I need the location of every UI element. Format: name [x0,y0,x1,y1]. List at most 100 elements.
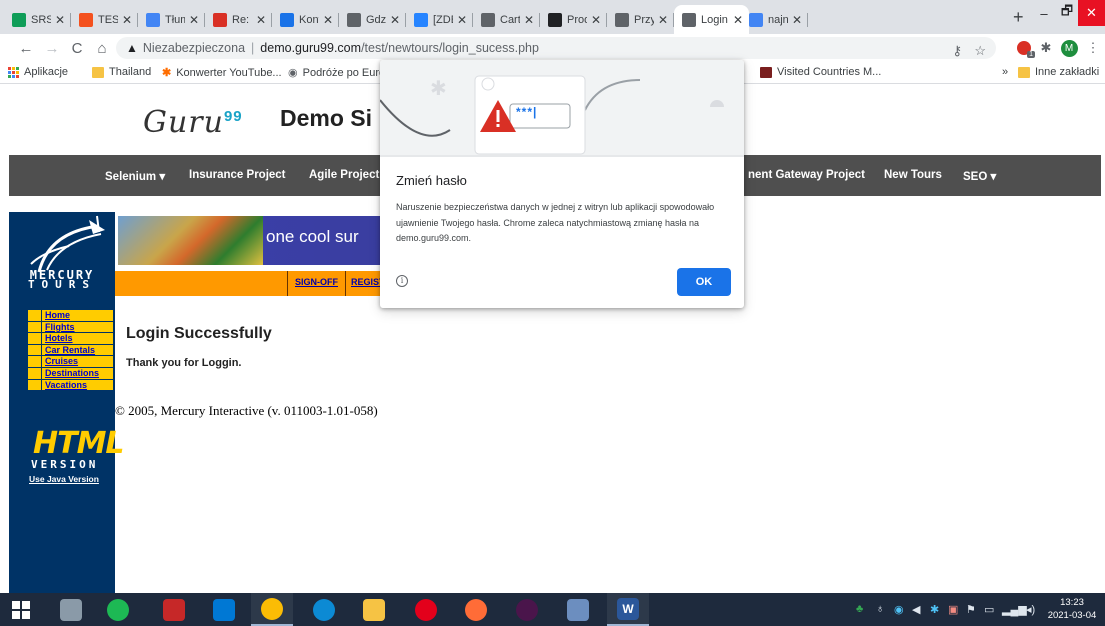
menu-link-cruises[interactable]: Cruises [42,356,113,367]
taskbar-paint[interactable] [557,593,599,626]
tray-security-icon[interactable]: ▣ [948,603,958,616]
tray-wifi-icon[interactable]: ▂▄▆ [1002,603,1027,616]
other-bookmarks[interactable]: Inne zakładki [1018,66,1099,78]
close-tab-icon[interactable]: ✕ [55,13,65,27]
clock[interactable]: 13:23 2021-03-04 [1042,596,1102,622]
close-tab-icon[interactable]: ✕ [256,13,266,27]
nav-seo[interactable]: SEO ▾ [963,169,996,183]
nav-selenium[interactable]: Selenium ▾ [105,169,165,183]
tray-bluetooth-icon[interactable]: ✱ [930,603,939,616]
browser-tab[interactable]: Tłuma ✕ [138,5,205,34]
taskbar-slack[interactable] [506,593,548,626]
address-bar[interactable]: ▲ Niezabezpieczona | demo.guru99.com/tes… [116,37,996,59]
menu-bullet [28,367,42,379]
bookmarks-overflow[interactable]: » [1002,66,1008,78]
taskbar-opera[interactable] [405,593,447,626]
close-tab-icon[interactable]: ✕ [792,13,802,27]
dialog-body: Naruszenie bezpieczeństwa danych w jedne… [396,202,715,243]
nav-agile-project[interactable]: Agile Project [309,169,379,181]
star-icon[interactable]: ☆ [974,43,986,59]
guru99-logo[interactable]: Guru99 [143,105,243,140]
close-tab-icon[interactable]: ✕ [658,13,668,27]
info-icon[interactable]: i [396,275,408,287]
menu-link-vacations[interactable]: Vacations [42,379,113,391]
browser-tab[interactable]: Re: ZD ✕ [205,5,272,34]
close-tab-icon[interactable]: ✕ [524,13,534,27]
browser-tab[interactable]: najnow ✕ [741,5,808,34]
ok-button[interactable]: OK [677,268,731,296]
nav-new-tours[interactable]: New Tours [884,169,942,181]
jira-icon [414,12,428,27]
use-java-version-link[interactable]: Use Java Version [29,474,99,484]
restore-button[interactable]: 🗗 [1056,0,1078,26]
google-icon [749,12,763,27]
chrome-icon [261,597,283,620]
svg-text:✱: ✱ [430,76,447,100]
back-icon[interactable]: ← [16,38,36,58]
tab-title: Re: ZD [232,13,252,26]
bookmark-europe[interactable]: ◉ Podróże po Europ [288,66,391,80]
browser-tab[interactable]: Gdzie ✕ [339,5,406,34]
close-tab-icon[interactable]: ✕ [323,13,333,27]
taskbar-edge[interactable] [303,593,345,626]
browser-tab[interactable]: [ZDES ✕ [406,5,473,34]
tray-flag-icon[interactable]: ⚑ [966,603,976,616]
reload-icon[interactable]: C [67,38,87,58]
nav-insurance-project[interactable]: Insurance Project [189,169,286,181]
tray-speaker-icon[interactable]: ◂) [1026,603,1035,616]
home-icon[interactable]: ⌂ [92,38,112,58]
new-tab-button[interactable]: + [1013,7,1024,28]
browser-tab[interactable]: Cart It ✕ [473,5,540,34]
close-tab-icon[interactable]: ✕ [591,13,601,27]
taskbar-spotify[interactable] [97,593,139,626]
menu-link-hotels[interactable]: Hotels [42,333,113,344]
browser-tab[interactable]: Przykł ✕ [607,5,674,34]
close-tab-icon[interactable]: ✕ [122,13,132,27]
browser-tab[interactable]: SRS_v ✕ [4,5,71,34]
tray-battery-icon[interactable]: ▭ [984,603,994,616]
browser-tab[interactable]: Produ ✕ [540,5,607,34]
nav-payment-gateway[interactable]: nent Gateway Project [748,169,865,181]
tab-title: Konfe [299,13,319,26]
browser-tab[interactable]: Login ✕ [674,5,749,34]
forward-icon[interactable]: → [42,38,62,58]
taskbar-start[interactable] [0,593,42,626]
bookmark-youtube-converter[interactable]: ✱ Konwerter YouTube... [162,66,282,80]
tray-vpn-icon[interactable]: ♁ [876,603,884,615]
tray-volume-icon[interactable]: ◀ [912,603,920,616]
adblock-icon[interactable]: 1 [1014,40,1035,58]
tray-app-icon[interactable]: ◉ [894,603,904,616]
taskbar-chrome[interactable] [251,593,293,626]
bookmark-visited-countries[interactable]: Visited Countries M... [760,66,881,78]
bookmark-label: Visited Countries M... [777,66,882,78]
menu-link-destinations[interactable]: Destinations [42,367,113,379]
mercury-sidebar: MERCURY TOURS Home Flights Hotels Car Renta… [9,212,125,593]
close-window-button[interactable]: ✕ [1078,0,1105,26]
key-icon[interactable]: ⚷ [952,43,962,59]
globe-icon [615,12,629,27]
bookmark-thailand[interactable]: Thailand [92,66,151,78]
tab-strip: SRS_v✕TEST F✕Tłuma✕Re: ZD✕Konfe✕Gdzie✕[Z… [0,0,1105,34]
menu-icon[interactable]: ⋮ [1087,40,1100,56]
browser-tab[interactable]: TEST F ✕ [71,5,138,34]
taskbar-cleanup[interactable] [50,593,92,626]
taskbar-explorer[interactable] [353,593,395,626]
taskbar-word[interactable]: W [607,593,649,626]
close-tab-icon[interactable]: ✕ [390,13,400,27]
sign-off-link[interactable]: SIGN-OFF [295,277,338,287]
menu-link-car-rentals[interactable]: Car Rentals [42,344,113,356]
bookmark-apps[interactable]: Aplikacje [8,66,68,78]
menu-row: Cruises [28,356,113,368]
tray-network-icon[interactable]: ♣ [856,603,863,615]
taskbar-store[interactable] [203,593,245,626]
menu-link-home[interactable]: Home [42,310,113,321]
extensions-icon[interactable]: ✱ [1038,40,1054,56]
taskbar-furmark[interactable] [153,593,195,626]
menu-link-flights[interactable]: Flights [42,321,113,333]
close-tab-icon[interactable]: ✕ [457,13,467,27]
browser-tab[interactable]: Konfe ✕ [272,5,339,34]
close-tab-icon[interactable]: ✕ [189,13,199,27]
taskbar-postman[interactable] [455,593,497,626]
profile-avatar[interactable]: M [1059,39,1079,57]
minimize-button[interactable]: – [1032,0,1056,26]
